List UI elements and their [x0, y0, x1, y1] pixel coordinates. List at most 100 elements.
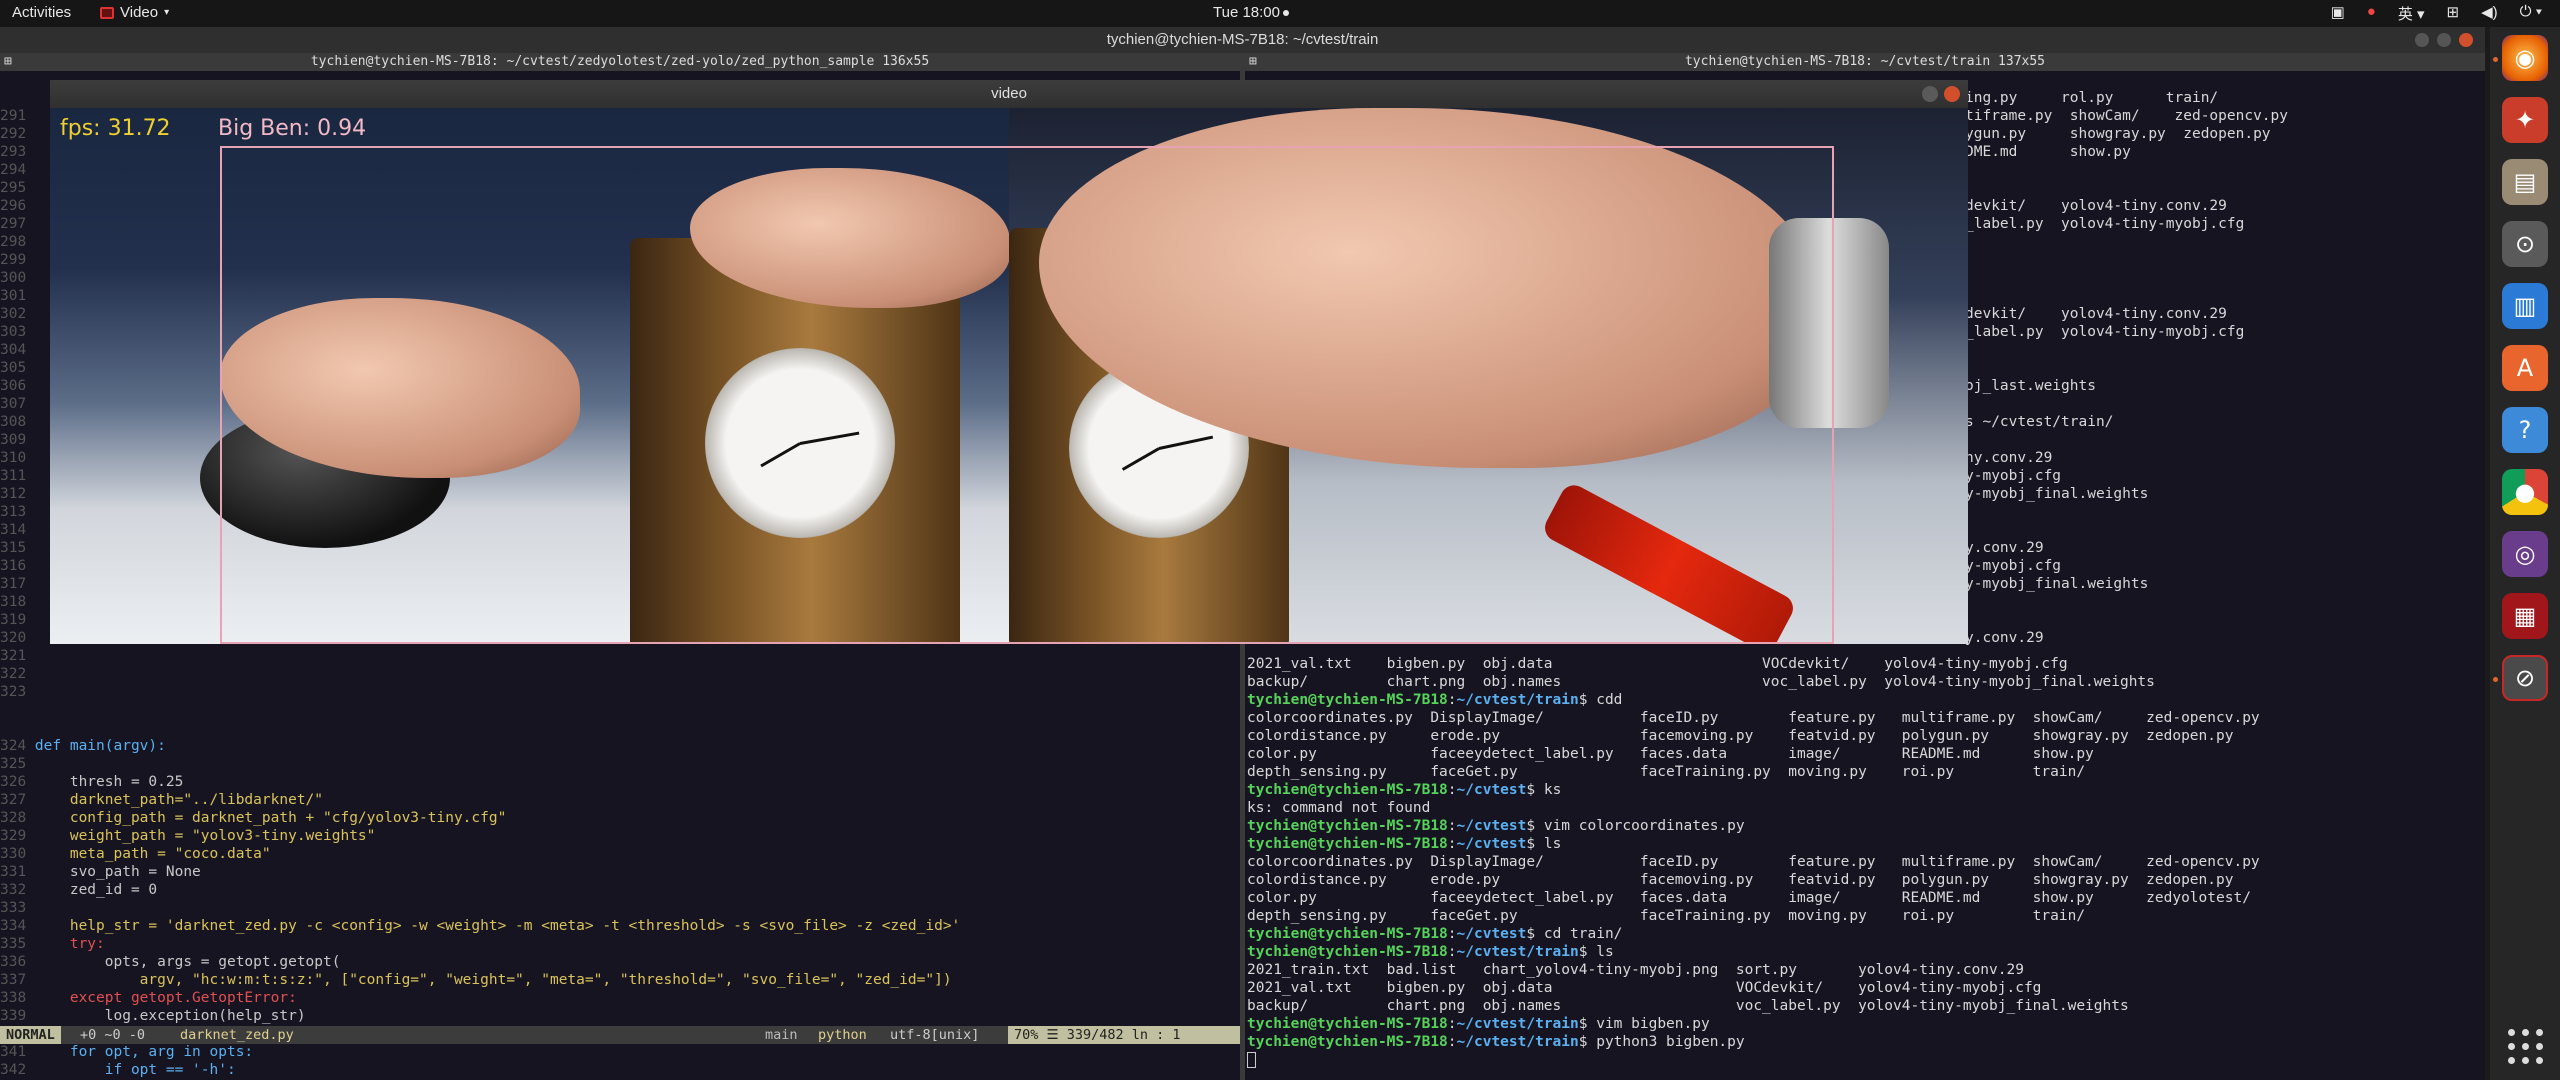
detection-label: Big Ben: 0.94 [218, 116, 367, 141]
network-icon: ⊞ [2446, 4, 2460, 21]
video-app-icon[interactable]: ▦ [2502, 593, 2548, 639]
shell-output-line [1965, 359, 2288, 377]
line-number: 335 [0, 936, 35, 952]
prompt-separator: : [1447, 818, 1457, 834]
shell-output-line [1965, 287, 2288, 305]
video-minimize-button[interactable] [1922, 86, 1938, 102]
grid-icon: ⊞ [4, 54, 12, 69]
code-text: zed_id = 0 [34, 882, 158, 898]
video-window[interactable]: video fps: 31.72 Big Ben: 0.94 [50, 80, 1968, 644]
chevron-down-icon: ▾ [164, 7, 170, 18]
code-line: 341 for opt, arg in opts: [0, 1043, 1240, 1061]
minimize-button[interactable] [2415, 33, 2429, 47]
code-text: for opt, arg in opts: [34, 1044, 254, 1060]
shell-output-line [1965, 431, 2288, 449]
shell-output-line: backup/ chart.png obj.names voc_label.py… [1247, 998, 2129, 1014]
help-icon[interactable]: ? [2502, 407, 2548, 453]
left-pane-title[interactable]: ⊞ tychien@tychien-MS-7B18: ~/cvtest/zedy… [0, 53, 1240, 71]
prompt-path: ~/cvtest [1456, 818, 1527, 834]
app-menu[interactable]: Video ▾ [100, 4, 169, 21]
terminal-titlebar[interactable]: tychien@tychien-MS-7B18: ~/cvtest/train [0, 27, 2485, 53]
shell-command-line: tychien@tychien-MS-7B18:~/cvtest/train$ … [1247, 1033, 2260, 1051]
shell-output-line: color.py faceeydetect_label.py faces.dat… [1247, 746, 2094, 762]
code-text: if opt == '-h': [34, 1062, 236, 1078]
media-icon[interactable]: ◎ [2502, 531, 2548, 577]
command-text: vim colorcoordinates.py [1535, 818, 1745, 834]
app-menu-label: Video [120, 4, 159, 21]
close-button[interactable] [2459, 33, 2473, 47]
video-title: video [991, 85, 1027, 102]
input-method-indicator[interactable]: 英 ▾ [2398, 3, 2425, 24]
chrome-tray-icon: ● [2366, 3, 2376, 20]
firefox-icon[interactable]: ◉ [2502, 35, 2548, 81]
line-number: 329 [0, 828, 35, 844]
prompt-symbol: $ [1526, 926, 1536, 942]
right-pane-title[interactable]: ⊞ tychien@tychien-MS-7B18: ~/cvtest/trai… [1245, 53, 2485, 71]
cursor-position: 70% ☰ 339/482 ln : 1 [1008, 1026, 1240, 1044]
writer-icon[interactable]: ▥ [2502, 283, 2548, 329]
line-number: 321 [0, 648, 27, 664]
video-titlebar[interactable]: video [50, 80, 1968, 108]
terminal-cursor [1247, 1052, 1256, 1068]
prompt-separator: : [1447, 944, 1457, 960]
prompt-separator: : [1447, 926, 1457, 942]
prompt-path: ~/cvtest [1456, 836, 1527, 852]
prompt-path: ~/cvtest/train [1456, 692, 1579, 708]
code-line: 332 zed_id = 0 [0, 881, 1240, 899]
prompt-separator: : [1447, 1034, 1457, 1050]
maximize-button[interactable] [2437, 33, 2451, 47]
code-text: opts, args = getopt.getopt( [34, 954, 341, 970]
prompt-path: ~/cvtest [1456, 926, 1527, 942]
prompt-separator: : [1447, 836, 1457, 852]
shell-output-line: y-myobj_final.weights [1965, 576, 2149, 592]
vim-statusline: NORMAL +0 ~0 -0 darknet_zed.py main pyth… [0, 1026, 1240, 1044]
volume-icon: ◀) [2481, 4, 2498, 21]
command-text: ls [1535, 836, 1562, 852]
code-line: 330 meta_path = "coco.data" [0, 845, 1240, 863]
disk-icon[interactable]: ⊙ [2502, 221, 2548, 267]
video-close-button[interactable] [1944, 86, 1960, 102]
shell-output-line [1965, 521, 2288, 539]
line-number: 333 [0, 900, 35, 916]
code-line: 326 thresh = 0.25 [0, 773, 1240, 791]
code-line: 342 if opt == '-h': [0, 1061, 1240, 1079]
code-line: 333 [0, 899, 1240, 917]
chrome-icon[interactable]: ● [2502, 469, 2548, 515]
prompt-user: tychien@tychien-MS-7B18 [1247, 692, 1448, 708]
code-line: 337 argv, "hc:w:m:t:s:z:", ["config=", "… [0, 971, 1240, 989]
code-line: 328 config_path = darknet_path + "cfg/yo… [0, 809, 1240, 827]
shell-output-line: ny.conv.29 [1965, 450, 2053, 466]
code-line: 334 help_str = 'darknet_zed.py -c <confi… [0, 917, 1240, 935]
video-app-icon [100, 6, 114, 19]
files-icon[interactable]: ▤ [2502, 159, 2548, 205]
shell-output-line: 2021_val.txt bigben.py obj.data VOCdevki… [1247, 656, 2068, 672]
line-number: 323 [0, 684, 27, 700]
command-text: python3 bigben.py [1587, 1034, 1745, 1050]
line-number: 330 [0, 846, 35, 862]
shell-output-line: _label.py yolov4-tiny-myobj.cfg [1965, 216, 2245, 232]
settings-icon[interactable]: ✦ [2502, 97, 2548, 143]
shell-output-line [1965, 161, 2288, 179]
shell-output-line: 2021_val.txt bigben.py obj.data VOCdevki… [1247, 980, 2042, 996]
code-line: 331 svo_path = None [0, 863, 1240, 881]
line-number: 325 [0, 756, 35, 772]
prompt-symbol: $ [1526, 836, 1536, 852]
shell-output-line: depth_sensing.py faceGet.py faceTraining… [1247, 908, 2086, 924]
software-center-icon[interactable]: A [2502, 345, 2548, 391]
shell-output-line: colordistance.py erode.py facemoving.py … [1247, 728, 2234, 744]
show-applications-button[interactable] [2508, 1029, 2544, 1065]
code-line: 339 log.exception(help_str) [0, 1007, 1240, 1025]
prompt-user: tychien@tychien-MS-7B18 [1247, 836, 1448, 852]
activities-button[interactable]: Activities [12, 4, 71, 21]
code-text: weight_path = "yolov3-tiny.weights" [34, 828, 376, 844]
prompt-user: tychien@tychien-MS-7B18 [1247, 1016, 1448, 1032]
line-number: 334 [0, 918, 35, 934]
clock-label: Tue 18:00 [1213, 4, 1280, 21]
grid-icon: ⊞ [1249, 54, 1257, 69]
code-text: help_str = 'darknet_zed.py -c <config> -… [34, 918, 961, 934]
shell-output-line [1965, 251, 2288, 269]
screen-recorder-icon[interactable]: ⊘ [2502, 655, 2548, 701]
line-number: 339 [0, 1008, 35, 1024]
clock[interactable]: Tue 18:00 [1213, 4, 1289, 21]
system-tray[interactable]: ▣ ● 英 ▾ ⊞ ◀) ⏻ ▾ [2331, 3, 2542, 24]
